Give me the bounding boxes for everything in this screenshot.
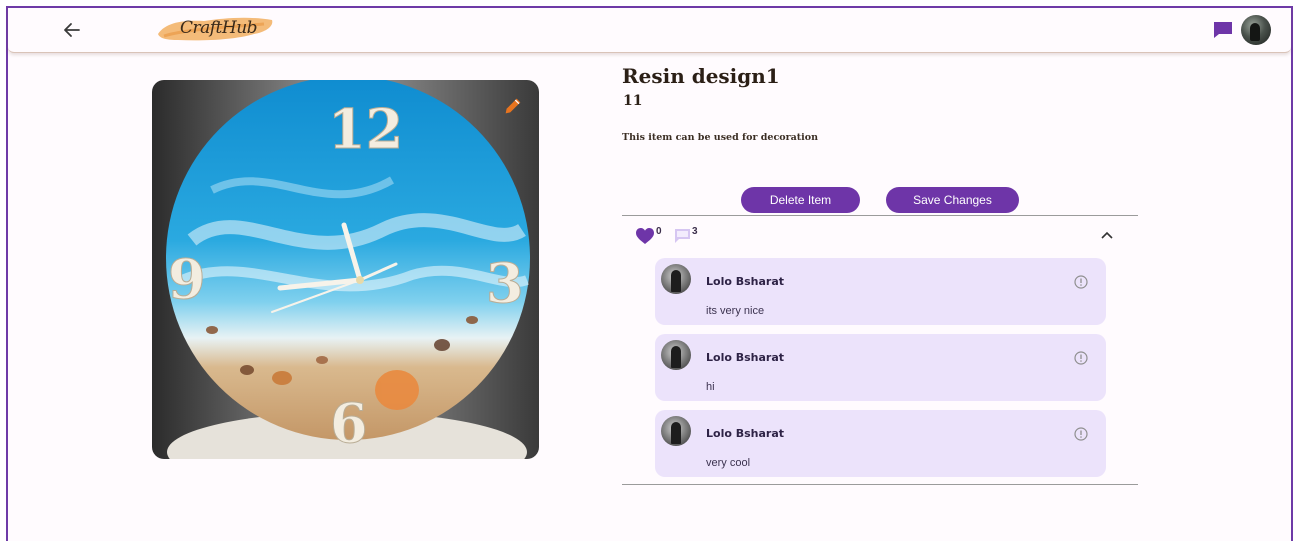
delete-item-button[interactable]: Delete Item	[741, 187, 860, 213]
chevron-up-icon[interactable]	[1100, 230, 1114, 240]
save-changes-button[interactable]: Save Changes	[886, 187, 1019, 213]
commenter-avatar[interactable]	[661, 264, 691, 294]
comment-icon[interactable]	[674, 228, 691, 244]
pencil-icon[interactable]	[502, 95, 524, 117]
comment-author: Lolo Bsharat	[706, 427, 785, 440]
svg-text:3: 3	[486, 251, 524, 315]
info-icon[interactable]	[1074, 351, 1088, 365]
comment-author: Lolo Bsharat	[706, 351, 785, 364]
likes-count: 0	[656, 226, 662, 237]
crafthub-logo[interactable]: CraftHub	[154, 12, 276, 46]
item-quantity: 11	[623, 93, 643, 109]
resin-clock-illustration: 12 9 3 6	[166, 80, 530, 459]
comments-count: 3	[692, 226, 698, 237]
comment-card: Lolo Bsharat hi	[655, 334, 1106, 401]
logo-text: CraftHub	[180, 18, 258, 38]
heart-icon[interactable]	[636, 228, 654, 245]
svg-text:6: 6	[330, 391, 368, 455]
svg-text:12: 12	[328, 97, 403, 161]
svg-text:9: 9	[168, 247, 206, 311]
item-title: Resin design1	[622, 64, 780, 88]
commenter-avatar[interactable]	[661, 340, 691, 370]
commenter-avatar[interactable]	[661, 416, 691, 446]
app-bar: CraftHub	[8, 8, 1291, 53]
comment-author: Lolo Bsharat	[706, 275, 785, 288]
chat-bubble-icon[interactable]	[1213, 21, 1233, 39]
comment-text: its very nice	[706, 305, 765, 317]
info-icon[interactable]	[1074, 427, 1088, 441]
user-avatar[interactable]	[1241, 15, 1271, 45]
info-icon[interactable]	[1074, 275, 1088, 289]
comment-text: very cool	[706, 457, 751, 469]
item-description: This item can be used for decoration	[622, 132, 818, 143]
product-image: 12 9 3 6	[152, 80, 539, 459]
comment-card: Lolo Bsharat its very nice	[655, 258, 1106, 325]
divider	[622, 484, 1138, 485]
comment-card: Lolo Bsharat very cool	[655, 410, 1106, 477]
back-arrow-icon[interactable]	[60, 18, 84, 42]
divider	[622, 215, 1138, 216]
comment-text: hi	[706, 381, 715, 393]
